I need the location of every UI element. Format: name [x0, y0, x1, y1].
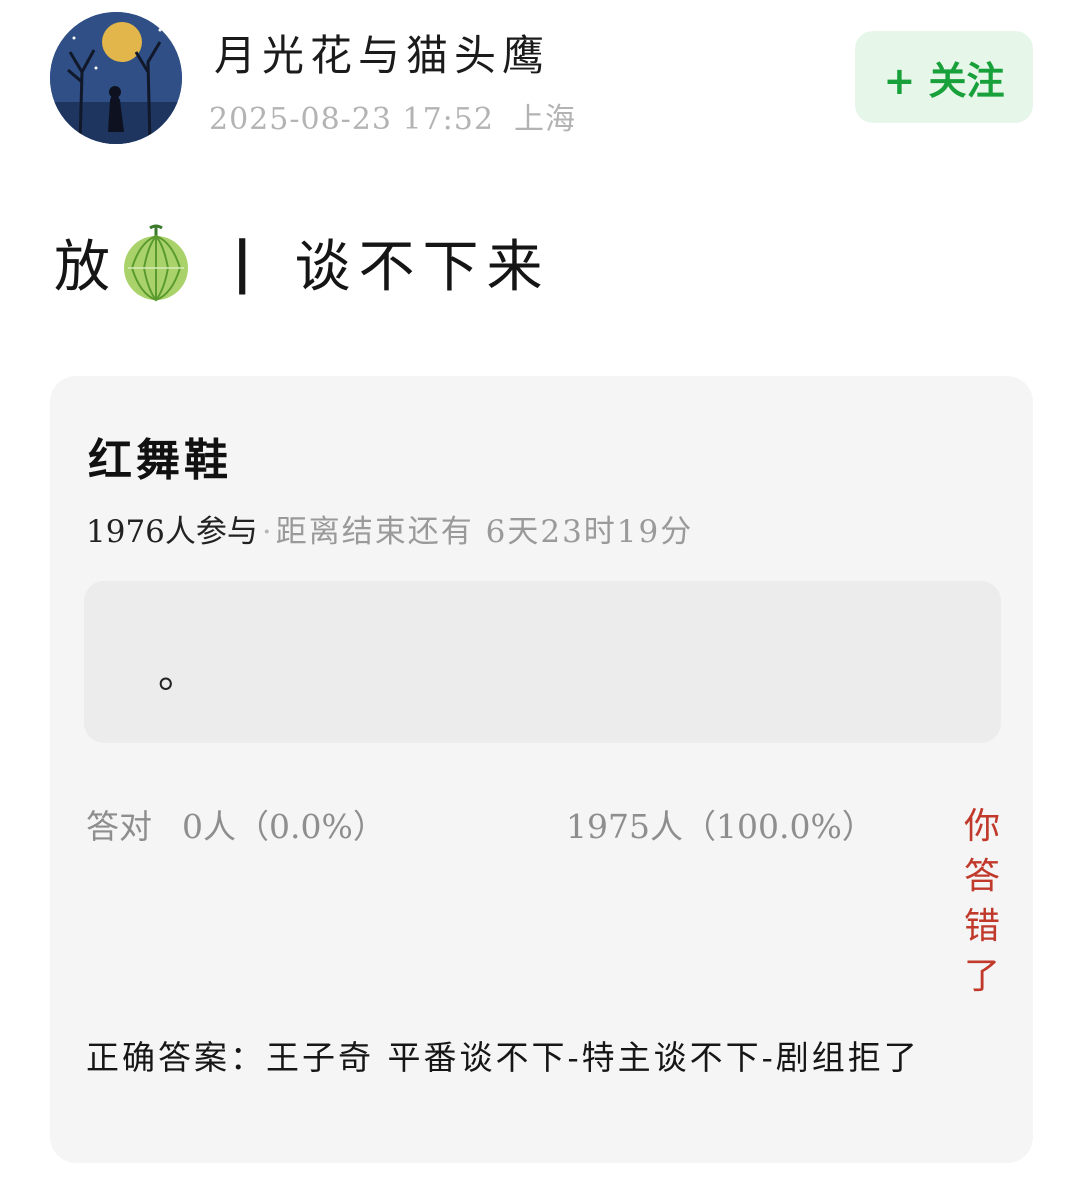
follow-button[interactable]: + 关注: [855, 31, 1033, 123]
correct-label: 答对: [86, 807, 152, 846]
participant-count: 1976人参与: [86, 514, 258, 550]
post-location: 上海: [513, 102, 576, 137]
post-title-right: 谈不下来: [294, 234, 551, 300]
post-title-left: 放: [54, 234, 118, 300]
quiz-card[interactable]: 红舞鞋 1976人参与 · 距离结束还有 6天23时19分 。 答对 0人（0.0%）…: [50, 376, 1033, 1163]
wrong-count: 1975人（100.0%）: [566, 807, 875, 846]
title-separator: |: [232, 229, 261, 295]
quiz-title: 红舞鞋: [88, 435, 232, 486]
correct-stat: 答对 0人（0.0%）: [86, 800, 386, 848]
wrong-answer-badge: 你答错了: [963, 806, 1000, 997]
quiz-option-text: 。: [158, 651, 198, 697]
melon-icon: [120, 222, 192, 302]
quiz-option[interactable]: 。: [84, 581, 1001, 743]
correct-answer: 正确答案：王子奇 平番谈不下-特主谈不下-剧组拒了: [86, 1038, 920, 1077]
post-title: 放 | 谈不下来: [54, 222, 550, 302]
quiz-stats: 1976人参与 · 距离结束还有 6天23时19分: [86, 506, 693, 551]
night-moon-figure-avatar-icon: [50, 12, 182, 144]
stats-dot: ·: [261, 514, 272, 550]
author-avatar[interactable]: [50, 12, 182, 144]
post-datetime: 2025-08-23 17:52: [209, 102, 494, 137]
post-meta: 2025-08-23 17:52 上海: [209, 94, 576, 138]
author-name[interactable]: 月光花与猫头鹰: [214, 22, 550, 83]
correct-count: 0人（0.0%）: [182, 807, 386, 846]
time-remaining: 距离结束还有 6天23时19分: [275, 514, 694, 550]
